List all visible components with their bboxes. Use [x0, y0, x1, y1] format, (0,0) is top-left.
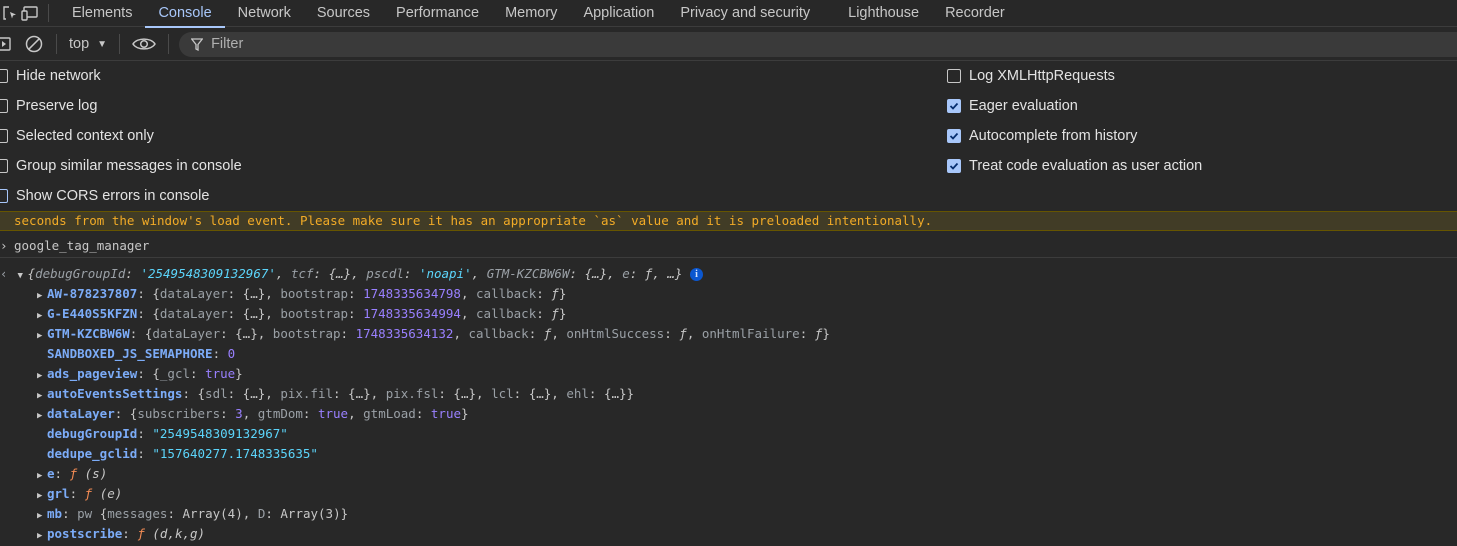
- expand-triangle-icon[interactable]: ▶: [37, 366, 47, 386]
- setting-label: Hide network: [16, 68, 101, 84]
- filter-input[interactable]: Filter: [179, 31, 1457, 57]
- setting-label: Show CORS errors in console: [16, 188, 210, 204]
- setting-log-xhr[interactable]: Log XMLHttpRequests: [947, 61, 1115, 91]
- property-row: SANDBOXED_JS_SEMAPHORE: 0: [47, 346, 236, 361]
- setting-label: Autocomplete from history: [969, 128, 1138, 144]
- console-input-echo: › google_tag_manager: [0, 234, 1457, 258]
- setting-label: Log XMLHttpRequests: [969, 68, 1115, 84]
- setting-label: Eager evaluation: [969, 98, 1078, 114]
- result-summary[interactable]: ‹ ▼ {debugGroupId: '2549548309132967', tcf…: [0, 264, 703, 284]
- console-output: › google_tag_manager ‹ ▼ {debugGroupId: '2…: [0, 232, 1457, 542]
- tab-lighthouse[interactable]: Lighthouse: [835, 0, 932, 27]
- checkbox[interactable]: [0, 99, 8, 113]
- property-row[interactable]: ▶ G-E440S5KFZN: {dataLayer: {…}, bootstra…: [37, 304, 566, 324]
- tab-console[interactable]: Console: [145, 0, 225, 28]
- setting-label: Preserve log: [16, 98, 98, 114]
- setting-eager-evaluation[interactable]: Eager evaluation: [947, 91, 1078, 121]
- expand-triangle-icon[interactable]: ▶: [37, 286, 47, 306]
- tab-network[interactable]: Network: [225, 0, 304, 27]
- context-selector-value: top: [69, 36, 90, 52]
- checkbox[interactable]: [947, 129, 961, 143]
- checkbox[interactable]: [0, 69, 8, 83]
- tab-performance[interactable]: Performance: [383, 0, 492, 27]
- prompt-chevron-icon: ›: [0, 238, 8, 253]
- tab-elements[interactable]: Elements: [59, 0, 145, 27]
- live-expression-eye-icon[interactable]: [120, 28, 168, 61]
- setting-group-similar[interactable]: Group similar messages in console: [0, 151, 242, 181]
- property-row[interactable]: ▶ postscribe: ƒ (d,k,g): [37, 524, 205, 544]
- setting-autocomplete-history[interactable]: Autocomplete from history: [947, 121, 1137, 151]
- expand-triangle-icon[interactable]: ▶: [37, 326, 47, 346]
- property-row: debugGroupId: "2549548309132967": [47, 426, 288, 441]
- property-row[interactable]: ▶ AW-878237807: {dataLayer: {…}, bootstra…: [37, 284, 566, 304]
- property-row: dedupe_gclid: "157640277.1748335635": [47, 446, 318, 461]
- setting-selected-context-only[interactable]: Selected context only: [0, 121, 154, 151]
- expand-triangle-icon[interactable]: ▶: [37, 486, 47, 506]
- expand-triangle-icon[interactable]: ▶: [37, 306, 47, 326]
- input-expression: google_tag_manager: [14, 238, 150, 253]
- tab-sources[interactable]: Sources: [304, 0, 383, 27]
- expand-triangle-icon[interactable]: ▶: [37, 526, 47, 546]
- setting-label: Treat code evaluation as user action: [969, 158, 1203, 174]
- property-row[interactable]: ▶ GTM-KZCBW6W: {dataLayer: {…}, bootstrap…: [37, 324, 830, 344]
- checkbox[interactable]: [947, 69, 961, 83]
- caret-down-icon: ▼: [97, 38, 108, 50]
- console-toolbar: top ▼ Filter: [0, 28, 1457, 61]
- device-toolbar-icon[interactable]: [20, 0, 40, 27]
- setting-label: Group similar messages in console: [16, 158, 242, 174]
- filter-funnel-icon: [191, 37, 204, 51]
- tab-privacy-security[interactable]: Privacy and security: [667, 0, 835, 27]
- property-row[interactable]: ▶ mb: pw {messages: Array(4), D: Array(3)…: [37, 504, 348, 524]
- clear-console-icon[interactable]: [12, 28, 56, 61]
- console-settings-pane: Hide network Preserve log Selected conte…: [0, 61, 1457, 211]
- setting-treat-as-user-action[interactable]: Treat code evaluation as user action: [947, 151, 1202, 181]
- tab-memory[interactable]: Memory: [492, 0, 570, 27]
- setting-preserve-log[interactable]: Preserve log: [0, 91, 97, 121]
- checkbox[interactable]: [0, 129, 8, 143]
- tab-recorder[interactable]: Recorder: [932, 0, 1018, 27]
- expand-triangle-icon[interactable]: ▶: [37, 386, 47, 406]
- expand-triangle-icon[interactable]: ▶: [37, 466, 47, 486]
- checkbox[interactable]: [947, 99, 961, 113]
- setting-label: Selected context only: [16, 128, 154, 144]
- property-row[interactable]: ▶ e: ƒ (s): [37, 464, 107, 484]
- result-arrow-icon: ‹: [0, 266, 8, 281]
- setting-show-cors-errors[interactable]: Show CORS errors in console: [0, 181, 209, 211]
- toolbar-divider: [168, 34, 170, 54]
- property-row[interactable]: ▶ grl: ƒ (e): [37, 484, 122, 504]
- property-row[interactable]: ▶ ads_pageview: {_gcl: true}: [37, 364, 243, 384]
- property-row[interactable]: ▶ autoEventsSettings: {sdl: {…}, pix.fil:…: [37, 384, 634, 404]
- console-warning-message: seconds from the window's load event. Pl…: [0, 211, 1457, 231]
- inspect-element-icon[interactable]: [0, 0, 20, 27]
- checkbox[interactable]: [0, 159, 8, 173]
- context-selector[interactable]: top ▼: [57, 36, 119, 52]
- tab-application[interactable]: Application: [570, 0, 667, 27]
- setting-hide-network[interactable]: Hide network: [0, 61, 101, 91]
- sidebar-toggle-icon[interactable]: [0, 28, 12, 61]
- devtools-tabbar: Elements Console Network Sources Perform…: [0, 0, 1457, 28]
- collapse-triangle-icon[interactable]: ▼: [18, 266, 28, 286]
- tabbar-divider: [48, 4, 49, 22]
- property-row[interactable]: ▶ dataLayer: {subscribers: 3, gtmDom: tru…: [37, 404, 469, 424]
- checkbox[interactable]: [0, 189, 8, 203]
- expand-triangle-icon[interactable]: ▶: [37, 406, 47, 426]
- expand-triangle-icon[interactable]: ▶: [37, 506, 47, 526]
- filter-placeholder: Filter: [211, 36, 244, 52]
- info-icon[interactable]: i: [689, 268, 703, 281]
- checkbox[interactable]: [947, 159, 961, 173]
